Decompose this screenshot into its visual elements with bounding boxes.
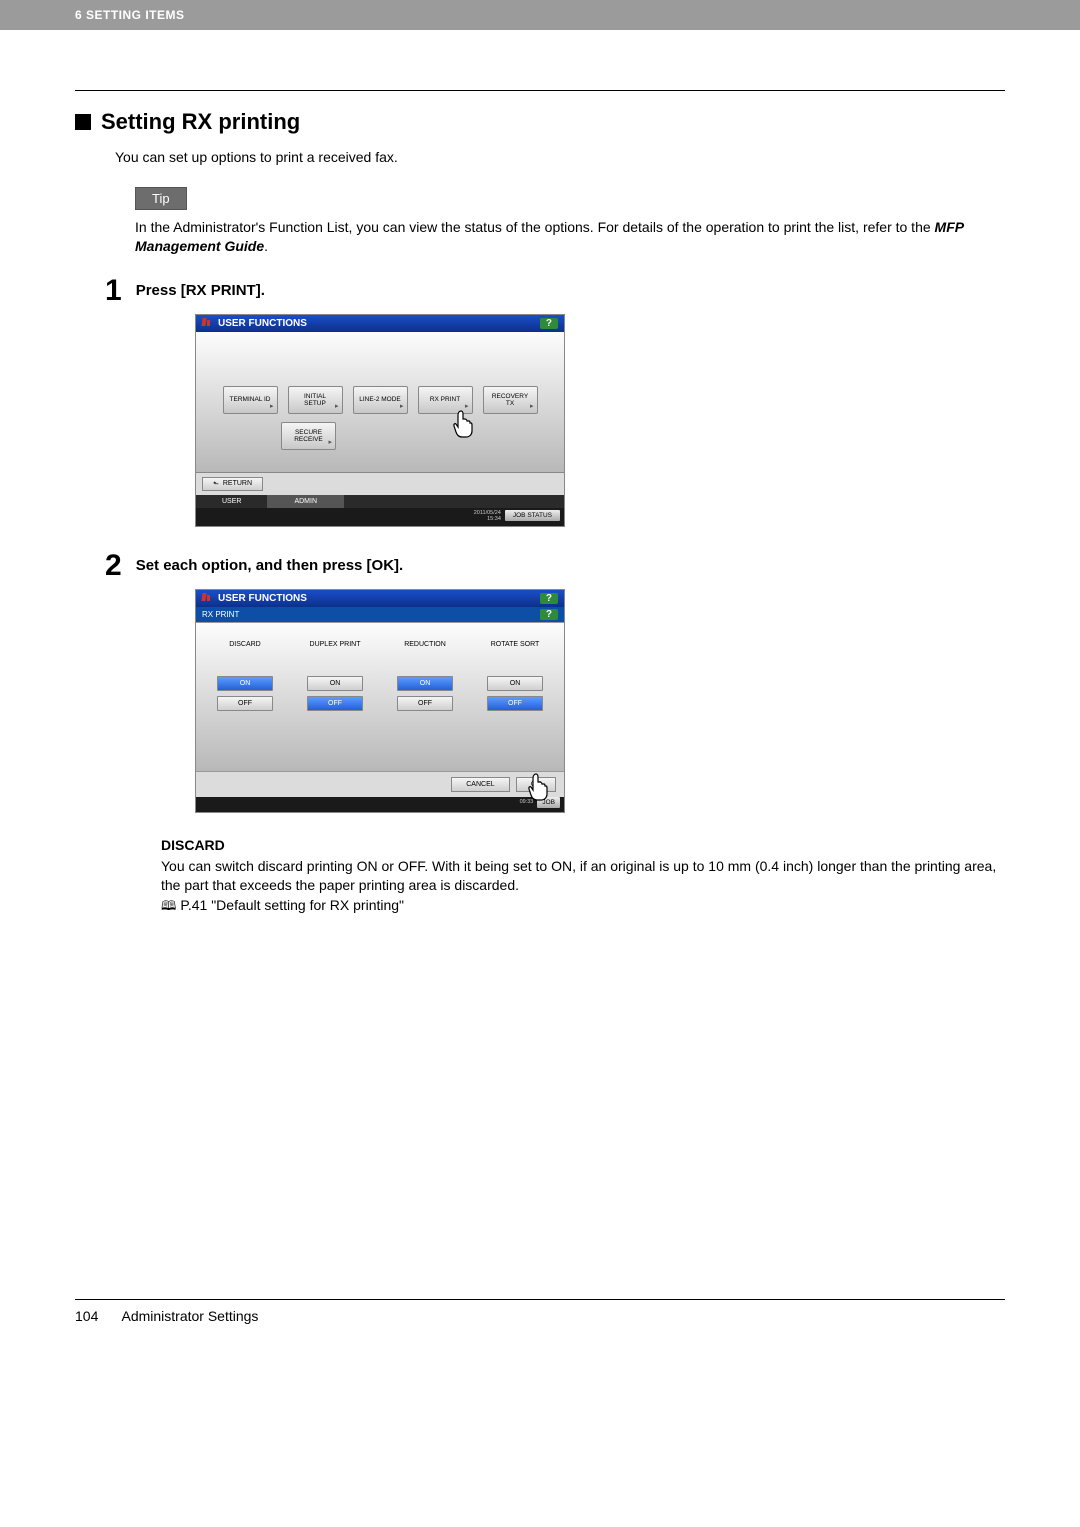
- screen-title: USER FUNCTIONS: [218, 318, 307, 329]
- job-status-button[interactable]: JOB STATUS: [505, 510, 560, 521]
- rx-print-screen: USER FUNCTIONS ? RX PRINT ? DISCARD ON O…: [195, 589, 565, 813]
- tip-label: Tip: [135, 187, 187, 210]
- app-icon: [202, 593, 214, 603]
- return-arrow-icon: ⬑: [213, 480, 219, 488]
- datetime: 09:33: [520, 799, 534, 805]
- return-button[interactable]: ⬑ RETURN: [202, 477, 263, 491]
- tip-text: In the Administrator's Function List, yo…: [135, 218, 1005, 256]
- col-reduction: REDUCTION ON OFF: [397, 641, 453, 745]
- col-label: DISCARD: [217, 641, 273, 648]
- desc-title: DISCARD: [161, 837, 1005, 853]
- user-tab[interactable]: USER: [196, 495, 268, 508]
- help-button[interactable]: ?: [540, 593, 558, 604]
- recovery-tx-button[interactable]: RECOVERY TX▸: [483, 386, 538, 414]
- reduction-on-button[interactable]: ON: [397, 676, 453, 691]
- discard-off-button[interactable]: OFF: [217, 696, 273, 711]
- terminal-id-button[interactable]: TERMINAL ID▸: [223, 386, 278, 414]
- book-icon: 🕮: [161, 898, 176, 913]
- rotate-on-button[interactable]: ON: [487, 676, 543, 691]
- col-discard: DISCARD ON OFF: [217, 641, 273, 745]
- button-row-1: TERMINAL ID▸ INITIAL SETUP▸ LINE-2 MODE▸…: [214, 386, 546, 414]
- footer-title: Administrator Settings: [121, 1308, 258, 1324]
- screenshot-2: USER FUNCTIONS ? RX PRINT ? DISCARD ON O…: [195, 589, 1005, 813]
- reduction-off-button[interactable]: OFF: [397, 696, 453, 711]
- return-row: ⬑ RETURN: [196, 472, 564, 495]
- duplex-on-button[interactable]: ON: [307, 676, 363, 691]
- col-label: ROTATE SORT: [487, 641, 543, 648]
- ok-button[interactable]: OK: [516, 777, 556, 792]
- top-rule: [75, 90, 1005, 91]
- step-1: 1 Press [RX PRINT].: [105, 276, 1005, 306]
- section-title-text: Setting RX printing: [101, 109, 300, 135]
- screen-subtitle: RX PRINT: [202, 610, 239, 619]
- job-status-button[interactable]: JOB: [537, 797, 560, 808]
- duplex-off-button[interactable]: OFF: [307, 696, 363, 711]
- initial-setup-button[interactable]: INITIAL SETUP▸: [288, 386, 343, 414]
- chevron-right-icon: ▸: [270, 403, 274, 411]
- page-number: 104: [75, 1308, 98, 1324]
- screen-title: USER FUNCTIONS: [218, 593, 307, 604]
- screen-title-bar: USER FUNCTIONS ?: [196, 315, 564, 332]
- screen-body: DISCARD ON OFF DUPLEX PRINT ON OFF REDUC…: [196, 622, 564, 772]
- datetime: 2011/05/24 15:34: [474, 510, 501, 522]
- col-label: REDUCTION: [397, 641, 453, 648]
- step-2: 2 Set each option, and then press [OK].: [105, 551, 1005, 581]
- footer-bar: 09:33 JOB: [196, 797, 564, 812]
- tabs-bar: USER ADMIN: [196, 495, 564, 508]
- page-footer: 104 Administrator Settings: [75, 1308, 1005, 1354]
- intro-text: You can set up options to print a receiv…: [115, 149, 1005, 165]
- screenshot-1: USER FUNCTIONS ? TERMINAL ID▸ INITIAL SE…: [195, 314, 1005, 527]
- rotate-off-button[interactable]: OFF: [487, 696, 543, 711]
- chevron-right-icon: ▸: [465, 403, 469, 411]
- screen-title-bar: USER FUNCTIONS ?: [196, 590, 564, 607]
- screen-body: TERMINAL ID▸ INITIAL SETUP▸ LINE-2 MODE▸…: [196, 332, 564, 472]
- square-bullet-icon: [75, 114, 91, 130]
- user-functions-screen: USER FUNCTIONS ? TERMINAL ID▸ INITIAL SE…: [195, 314, 565, 527]
- page-content: Setting RX printing You can set up optio…: [0, 90, 1080, 1354]
- help-button[interactable]: ?: [540, 318, 558, 329]
- tip-box: Tip: [135, 187, 1005, 210]
- secure-receive-button[interactable]: SECURE RECEIVE▸: [281, 422, 336, 450]
- step-number: 1: [105, 276, 122, 306]
- footer-bar: 2011/05/24 15:34 JOB STATUS: [196, 508, 564, 526]
- help-button[interactable]: ?: [540, 609, 558, 620]
- step-instruction: Press [RX PRINT].: [136, 276, 265, 299]
- chevron-right-icon: ▸: [530, 403, 534, 411]
- desc-text: You can switch discard printing ON or OF…: [161, 857, 1005, 895]
- header-bar: 6 SETTING ITEMS: [0, 0, 1080, 30]
- col-duplex: DUPLEX PRINT ON OFF: [307, 641, 363, 745]
- col-label: DUPLEX PRINT: [307, 641, 363, 648]
- col-rotate: ROTATE SORT ON OFF: [487, 641, 543, 745]
- step-number: 2: [105, 551, 122, 581]
- line2-mode-button[interactable]: LINE-2 MODE▸: [353, 386, 408, 414]
- action-row: CANCEL OK: [196, 772, 564, 797]
- step-instruction: Set each option, and then press [OK].: [136, 551, 404, 574]
- description-block: DISCARD You can switch discard printing …: [161, 837, 1005, 919]
- chevron-right-icon: ▸: [400, 403, 404, 411]
- cancel-button[interactable]: CANCEL: [451, 777, 509, 792]
- section-title: Setting RX printing: [75, 109, 1005, 135]
- app-icon: [202, 318, 214, 328]
- rx-print-button[interactable]: RX PRINT▸: [418, 386, 473, 414]
- discard-on-button[interactable]: ON: [217, 676, 273, 691]
- button-row-2: SECURE RECEIVE▸: [281, 422, 546, 450]
- chapter-label: 6 SETTING ITEMS: [75, 8, 185, 22]
- admin-tab[interactable]: ADMIN: [268, 495, 344, 508]
- desc-ref: 🕮P.41 "Default setting for RX printing": [161, 897, 1005, 919]
- chevron-right-icon: ▸: [328, 439, 332, 447]
- bottom-rule: [75, 1299, 1005, 1300]
- chevron-right-icon: ▸: [335, 403, 339, 411]
- screen-subtitle-bar: RX PRINT ?: [196, 607, 564, 622]
